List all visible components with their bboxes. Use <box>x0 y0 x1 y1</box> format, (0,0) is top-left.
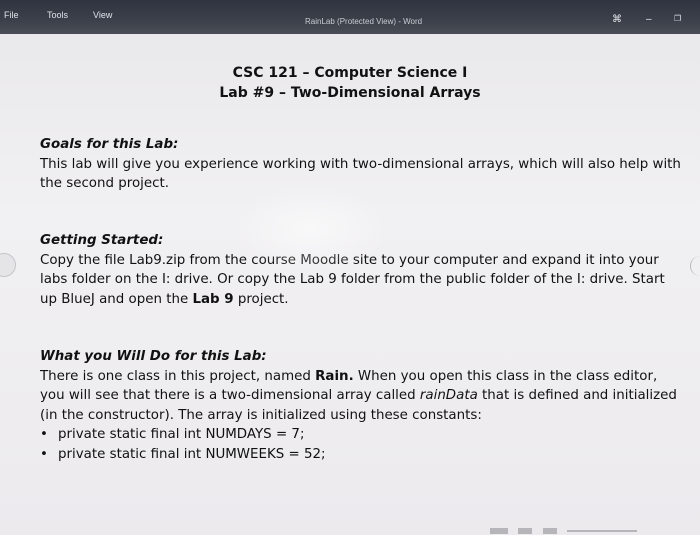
document-page: CSC 121 – Computer Science I Lab #9 – Tw… <box>0 34 700 535</box>
what-you-do-section: What you Will Do for this Lab: There is … <box>40 347 690 464</box>
menu-view[interactable]: View <box>93 10 112 20</box>
goals-text-line: This lab will give you experience workin… <box>40 156 681 172</box>
text-run: up BlueJ and open the <box>40 291 193 307</box>
window-title: RainLab (Protected View) - Word <box>305 17 423 26</box>
what-you-do-line: (in the constructor). The array is initi… <box>40 407 482 423</box>
text-run: When you open this class in the class ed… <box>353 368 658 384</box>
view-mode-icon[interactable] <box>490 527 508 534</box>
bold-run: Lab 9 <box>192 291 234 307</box>
view-mode-icon[interactable] <box>542 527 557 534</box>
menu-tools[interactable]: Tools <box>47 10 68 20</box>
what-you-do-heading: What you Will Do for this Lab: <box>40 349 267 364</box>
course-title: CSC 121 – Computer Science I <box>232 65 468 81</box>
getting-started-line: Copy the file Lab9.zip from the course M… <box>40 252 659 268</box>
text-run: project. <box>233 291 289 307</box>
text-run: you will see that there is a two-dimensi… <box>40 388 420 403</box>
bold-run: Rain. <box>315 368 354 384</box>
focus-mode-icon[interactable]: ⌘ <box>612 14 622 25</box>
zoom-slider[interactable] <box>567 529 638 532</box>
goals-section: Goals for this Lab: This lab will give y… <box>40 135 690 194</box>
list-item: private static final int NUMWEEKS = 52; <box>40 445 690 465</box>
restore-button[interactable]: ❐ <box>674 14 681 23</box>
getting-started-line: labs folder on the I: drive. Or copy the… <box>40 272 665 287</box>
getting-started-heading: Getting Started: <box>40 233 164 248</box>
goals-text-line: the second project. <box>40 176 169 191</box>
menu-file[interactable]: File <box>4 10 19 20</box>
getting-started-line: up BlueJ and open the Lab 9 project. <box>40 290 690 310</box>
text-run: that is defined and initialized <box>477 388 677 403</box>
lab-title: Lab #9 – Two-Dimensional Arrays <box>219 85 481 101</box>
what-you-do-line: you will see that there is a two-dimensi… <box>40 386 690 406</box>
goals-heading: Goals for this Lab: <box>40 137 179 152</box>
italic-run: rainData <box>419 388 478 403</box>
word-window: File Tools View RainLab (Protected View)… <box>0 0 700 535</box>
text-run: There is one class in this project, name… <box>40 368 316 384</box>
getting-started-section: Getting Started: Copy the file Lab9.zip … <box>40 231 690 309</box>
list-item: private static final int NUMDAYS = 7; <box>40 425 690 445</box>
status-bar <box>490 522 700 535</box>
what-you-do-line: There is one class in this project, name… <box>40 367 690 387</box>
constants-list: private static final int NUMDAYS = 7; pr… <box>40 425 690 464</box>
minimize-button[interactable]: – <box>646 14 652 25</box>
view-mode-icon[interactable] <box>518 527 533 534</box>
title-bar: File Tools View RainLab (Protected View)… <box>0 0 700 34</box>
